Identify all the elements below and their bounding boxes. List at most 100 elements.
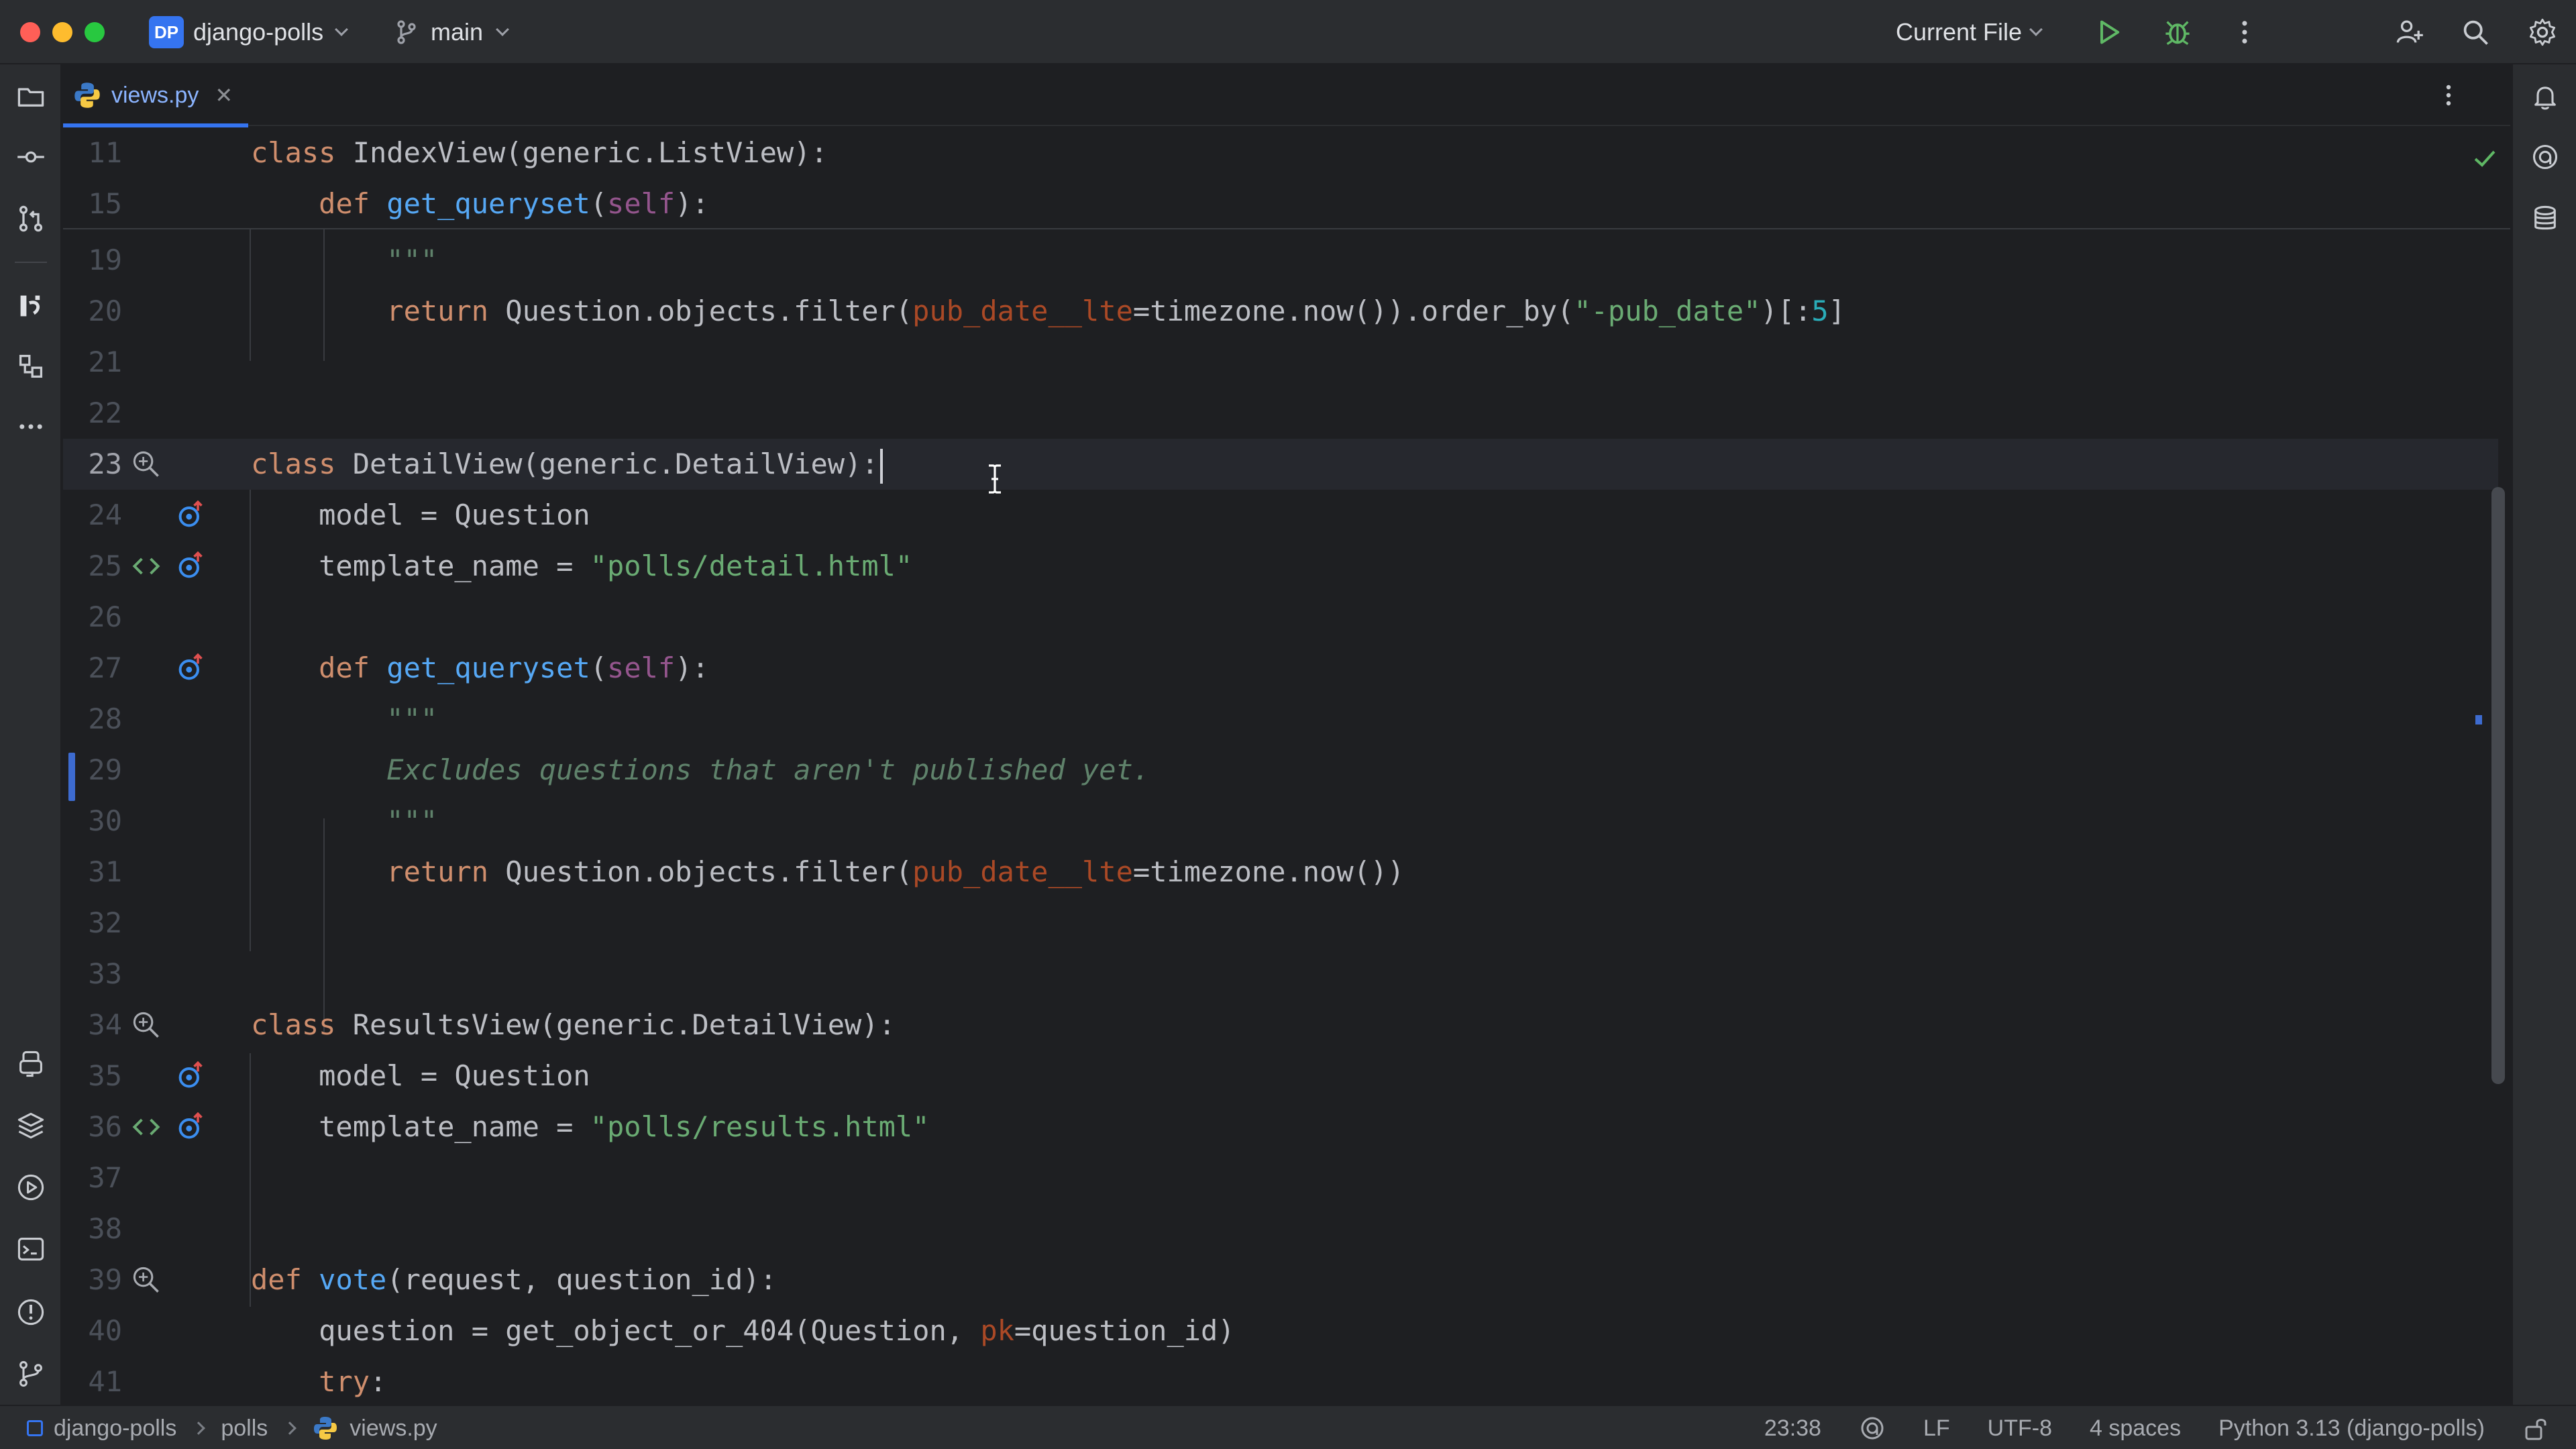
- django-view-gutter-icon[interactable]: [129, 1008, 164, 1042]
- code-line[interactable]: 21: [63, 337, 2498, 388]
- pull-requests-icon[interactable]: [13, 201, 48, 236]
- code-line[interactable]: 33: [63, 949, 2498, 1000]
- debug-icon[interactable]: [2160, 15, 2195, 50]
- line-separator[interactable]: LF: [1923, 1415, 1950, 1442]
- python-packages-icon[interactable]: [13, 1108, 48, 1143]
- tab-actions-more-icon[interactable]: [2431, 78, 2466, 113]
- tab-label: views.py: [111, 82, 199, 108]
- code-line[interactable]: 40 question = get_object_or_404(Question…: [63, 1305, 2498, 1356]
- code-text: try:: [319, 1365, 387, 1398]
- code-line[interactable]: 25 template_name = "polls/detail.html": [63, 541, 2498, 592]
- vcs-branch-widget[interactable]: main: [393, 13, 509, 51]
- close-window-button[interactable]: [20, 22, 40, 42]
- editor-tab-bar: views.py ✕: [63, 64, 2510, 127]
- tab-views-py[interactable]: views.py ✕: [63, 64, 248, 127]
- code-line[interactable]: 20 return Question.objects.filter(pub_da…: [63, 286, 2498, 337]
- version-control-icon[interactable]: [13, 1356, 48, 1391]
- navigate-to-template-gutter-icon[interactable]: [129, 549, 164, 584]
- line-number: 21: [88, 345, 122, 378]
- overrides-gutter-icon[interactable]: [173, 1110, 208, 1144]
- line-number: 15: [88, 187, 122, 220]
- code-line[interactable]: 32: [63, 898, 2498, 949]
- code-line[interactable]: 34 class ResultsView(generic.DetailView)…: [63, 1000, 2498, 1051]
- project-widget[interactable]: DP django-polls: [149, 13, 349, 51]
- python-interpreter[interactable]: Python 3.13 (django-polls): [2218, 1415, 2485, 1442]
- code-line[interactable]: 19 """: [63, 235, 2498, 286]
- code-text: template_name = "polls/detail.html": [251, 549, 913, 582]
- minimize-window-button[interactable]: [52, 22, 72, 42]
- code-line[interactable]: 26: [63, 592, 2498, 643]
- overrides-gutter-icon[interactable]: [173, 651, 208, 686]
- code-text: def get_queryset(self):: [319, 651, 709, 684]
- code-line[interactable]: 29 Excludes questions that aren't publis…: [63, 745, 2498, 796]
- database-icon[interactable]: [2528, 201, 2563, 236]
- code-line[interactable]: 27 def get_queryset(self):: [63, 643, 2498, 694]
- django-view-gutter-icon[interactable]: [129, 447, 164, 482]
- vcs-change-marker[interactable]: [68, 753, 75, 801]
- services-icon[interactable]: [13, 1170, 48, 1205]
- current-code-line[interactable]: 23 class DetailView(generic.DetailView):: [63, 439, 2498, 490]
- code-line[interactable]: 24 model = Question: [63, 490, 2498, 541]
- code-line[interactable]: 39 def vote(request, question_id):: [63, 1254, 2498, 1305]
- run-icon[interactable]: [2092, 15, 2127, 50]
- overrides-gutter-icon[interactable]: [173, 549, 208, 584]
- code-line[interactable]: 36 template_name = "polls/results.html": [63, 1102, 2498, 1152]
- run-configuration-selector[interactable]: Current File: [1896, 13, 2043, 51]
- mouse-ibeam-cursor-icon: [989, 464, 1001, 494]
- notifications-bell-icon[interactable]: [2528, 79, 2563, 114]
- lock-open-icon[interactable]: [2522, 1415, 2549, 1442]
- line-number: 23: [88, 447, 122, 480]
- django-view-gutter-icon[interactable]: [129, 1263, 164, 1297]
- structure-icon[interactable]: [13, 349, 48, 384]
- search-icon[interactable]: [2458, 15, 2493, 50]
- commit-icon[interactable]: [13, 140, 48, 174]
- indent-setting[interactable]: 4 spaces: [2090, 1415, 2181, 1442]
- zoom-window-button[interactable]: [85, 22, 105, 42]
- add-user-icon[interactable]: [2392, 15, 2427, 50]
- python-file-icon: [314, 1417, 337, 1440]
- code-line[interactable]: 28 """: [63, 694, 2498, 745]
- code-line[interactable]: 22: [63, 388, 2498, 439]
- navigate-to-template-gutter-icon[interactable]: [129, 1110, 164, 1144]
- sticky-line[interactable]: 15 def get_queryset(self):: [63, 178, 2498, 229]
- ai-assistant-icon[interactable]: [2528, 140, 2563, 174]
- overrides-gutter-icon[interactable]: [173, 498, 208, 533]
- settings-gear-icon[interactable]: [2525, 15, 2560, 50]
- breadcrumb-item[interactable]: polls: [221, 1415, 268, 1442]
- line-number: 27: [88, 651, 122, 684]
- overrides-gutter-icon[interactable]: [173, 1059, 208, 1093]
- title-bar: DP django-polls main Current File: [0, 0, 2576, 64]
- code-editor[interactable]: 11 class IndexView(generic.ListView): 15…: [63, 127, 2510, 1405]
- code-line[interactable]: 35 model = Question: [63, 1051, 2498, 1102]
- python-console-icon[interactable]: [13, 1046, 48, 1081]
- problems-icon[interactable]: [13, 1295, 48, 1330]
- code-line[interactable]: 38: [63, 1203, 2498, 1254]
- close-tab-icon[interactable]: ✕: [215, 83, 233, 108]
- sticky-line[interactable]: 11 class IndexView(generic.ListView):: [63, 127, 2498, 178]
- breadcrumb-item[interactable]: django-polls: [54, 1415, 176, 1442]
- breadcrumb-item[interactable]: views.py: [350, 1415, 437, 1442]
- django-structure-icon[interactable]: [13, 288, 48, 323]
- code-line[interactable]: 37: [63, 1152, 2498, 1203]
- inspection-ok-check-icon[interactable]: [2467, 141, 2502, 176]
- code-text: """: [251, 244, 438, 276]
- code-line[interactable]: 41 try:: [63, 1356, 2498, 1405]
- python-file-icon: [74, 83, 100, 108]
- code-line[interactable]: 30 """: [63, 796, 2498, 847]
- more-tool-windows-icon[interactable]: [13, 409, 48, 444]
- terminal-icon[interactable]: [13, 1232, 48, 1267]
- status-bar: django-polls polls views.py 23:38 LF UTF…: [0, 1405, 2576, 1449]
- ai-assistant-status-icon[interactable]: [1859, 1415, 1886, 1442]
- code-line[interactable]: 31 return Question.objects.filter(pub_da…: [63, 847, 2498, 898]
- file-encoding[interactable]: UTF-8: [1988, 1415, 2052, 1442]
- project-folder-icon[interactable]: [13, 79, 48, 114]
- vertical-scrollbar[interactable]: [2491, 487, 2505, 1084]
- more-actions-icon[interactable]: [2227, 15, 2262, 50]
- cursor-position[interactable]: 23:38: [1764, 1415, 1821, 1442]
- line-number: 33: [88, 957, 122, 990]
- branch-name: main: [431, 18, 484, 46]
- line-number: 36: [88, 1110, 122, 1143]
- error-stripe-mark[interactable]: [2475, 715, 2482, 724]
- sticky-lines-header[interactable]: 11 class IndexView(generic.ListView): 15…: [63, 127, 2510, 229]
- code-text: model = Question: [251, 498, 590, 531]
